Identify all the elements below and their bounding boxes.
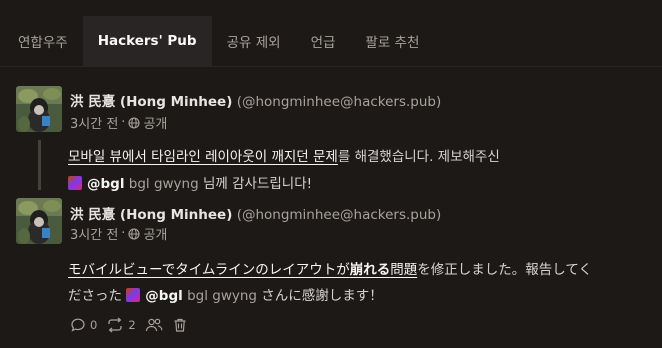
post-meta: 3시간 전 · 공개 xyxy=(70,113,167,132)
content-text: を修正しました。報告してく xyxy=(417,262,592,278)
reply-icon xyxy=(71,318,85,332)
delete-button[interactable] xyxy=(172,317,188,333)
mention-handle[interactable]: @bgl xyxy=(145,288,182,304)
tab-fediverse[interactable]: 연합우주 xyxy=(0,16,83,66)
tab-follow-recommendations[interactable]: 팔로 추천 xyxy=(350,16,434,66)
post-author[interactable]: 洪 民憙 (Hong Minhee) (@hongminhee@hackers.… xyxy=(70,203,441,223)
tab-hackers-pub[interactable]: Hackers' Pub xyxy=(82,16,212,66)
quote-bar xyxy=(38,140,41,190)
sharers-button[interactable] xyxy=(145,317,163,333)
share-count: 2 xyxy=(128,318,136,332)
content-ending: さんに感謝します！ xyxy=(261,288,383,304)
author-name[interactable]: 洪 民憙 (Hong Minhee) xyxy=(70,207,232,223)
trash-icon xyxy=(174,318,186,332)
tab-without-shares[interactable]: 공유 제외 xyxy=(212,16,296,66)
content-line2-start: ださった xyxy=(68,288,122,304)
author-handle[interactable]: (@hongminhee@hackers.pub) xyxy=(237,207,442,223)
globe-icon xyxy=(128,227,140,240)
author-handle[interactable]: (@hongminhee@hackers.pub) xyxy=(237,94,442,110)
avatar[interactable] xyxy=(16,86,62,132)
post-author[interactable]: 洪 民憙 (Hong Minhee) (@hongminhee@hackers.… xyxy=(70,90,441,110)
mention-name[interactable]: bgl gwyng xyxy=(129,176,199,192)
timeline-tabs: 연합우주 Hackers' Pub 공유 제외 언급 팔로 추천 xyxy=(0,16,662,66)
avatar-image xyxy=(16,86,62,132)
mention-name[interactable]: bgl gwyng xyxy=(187,288,257,304)
content-link-part-b: 問題 xyxy=(390,262,418,278)
reply-button[interactable]: 0 xyxy=(70,317,97,333)
post-actions: 0 2 xyxy=(70,317,188,333)
post-visibility: 공개 xyxy=(143,117,168,132)
content-link[interactable]: モバイルビューでタイムラインのレイアウトが崩れる問題 xyxy=(68,262,417,278)
mention-handle[interactable]: @bgl xyxy=(87,176,124,192)
avatar-image xyxy=(16,198,62,244)
author-name[interactable]: 洪 民憙 (Hong Minhee) xyxy=(70,94,232,110)
meta-separator: · xyxy=(121,115,126,130)
repost-icon xyxy=(108,317,122,333)
content-link-part-a: モバイルビューでタイムラインのレイアウトが xyxy=(68,262,350,278)
mention-avatar xyxy=(68,176,82,190)
avatar[interactable] xyxy=(16,198,62,244)
content-text: 를 해결했습니다. 제보해주신 xyxy=(337,149,500,165)
mention-avatar xyxy=(126,288,141,302)
post-content-line-1: モバイルビューでタイムラインのレイアウトが崩れる問題を修正しました。報告してく xyxy=(68,258,592,278)
meta-separator: · xyxy=(121,226,126,241)
post-time[interactable]: 3시간 전 xyxy=(70,224,118,243)
share-button[interactable]: 2 xyxy=(106,317,136,333)
post-content-line-2: ださった @bgl bgl gwyng さんに感謝します！ xyxy=(68,284,383,304)
tab-mentions[interactable]: 언급 xyxy=(296,16,351,66)
content-link-bold: 崩れる xyxy=(349,262,391,278)
reply-count: 0 xyxy=(90,318,98,332)
content-ending: 님께 감사드립니다! xyxy=(202,176,313,192)
post-content-line-2: @bgl bgl gwyng 님께 감사드립니다! xyxy=(68,172,312,192)
users-icon xyxy=(145,318,163,332)
content-link[interactable]: 모바일 뷰에서 타임라인 레이아웃이 깨지던 문제 xyxy=(68,149,338,165)
post-meta: 3시간 전 · 공개 xyxy=(70,224,167,243)
post-visibility: 공개 xyxy=(143,228,168,243)
tabs-divider xyxy=(0,66,662,67)
post-content-line-1: 모바일 뷰에서 타임라인 레이아웃이 깨지던 문제를 해결했습니다. 제보해주신 xyxy=(68,145,500,165)
globe-icon xyxy=(128,116,140,129)
post-time[interactable]: 3시간 전 xyxy=(70,113,118,132)
